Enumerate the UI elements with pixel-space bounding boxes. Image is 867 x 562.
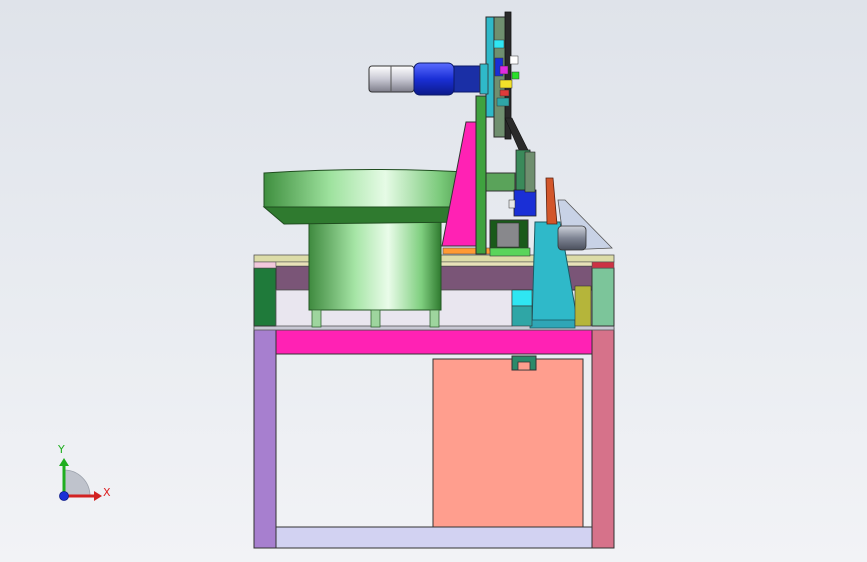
triad-y-label: Y [58,443,65,456]
triad-x-arrow [94,491,102,501]
coordinate-triad [59,458,102,501]
plate-component-yellow [499,79,513,89]
machine-frame[interactable] [253,324,615,549]
press-teal-block [511,305,533,327]
motor-body[interactable] [413,62,455,96]
press-column-base[interactable] [529,319,576,329]
conveyor-roller[interactable] [557,225,587,251]
feeder-base-cylinder[interactable] [308,221,442,311]
press-cylinder-rod [508,199,516,209]
frame-bottom-beam[interactable] [275,526,593,549]
olive-block [574,285,592,327]
plate-component-cyan [493,39,505,49]
table-left-post[interactable] [253,267,277,327]
feeder-track-inner [496,222,520,248]
electrical-cabinet[interactable] [432,358,584,528]
press-cyan-block [511,289,533,307]
frame-right-leg[interactable] [591,327,615,549]
feeder-foot-1 [311,309,322,328]
feeder-foot-2 [370,309,381,328]
press-cylinder-block[interactable] [513,189,537,217]
motor-flange[interactable] [479,63,489,95]
feeder-foot-3 [429,309,440,328]
rotary-plate[interactable] [493,16,507,138]
cad-viewport[interactable]: X Y [0,0,867,562]
cad-assembly-view[interactable] [0,0,867,562]
triad-rotation-arc [63,469,91,497]
plate-component-magenta [499,65,509,75]
frame-left-leg[interactable] [253,327,277,549]
table-left-cap [253,261,277,269]
motor-gearbox[interactable] [453,65,481,93]
triad-y-arrow [59,458,69,466]
plate-component-small-1 [509,55,519,65]
table-right-cap [591,261,615,269]
triad-z-origin [59,491,69,501]
guide-plate-orange[interactable] [545,177,558,225]
green-base-bar [489,247,531,257]
frame-top-beam[interactable] [275,329,593,355]
plate-component-teal [496,97,510,107]
triad-x-label: X [103,486,111,499]
cabinet-handle-slot [517,361,531,371]
plate-component-red [499,89,510,97]
dark-post [524,151,536,193]
plate-component-small-2 [511,71,520,80]
table-right-post[interactable] [591,267,615,327]
vertical-column[interactable] [475,95,487,255]
